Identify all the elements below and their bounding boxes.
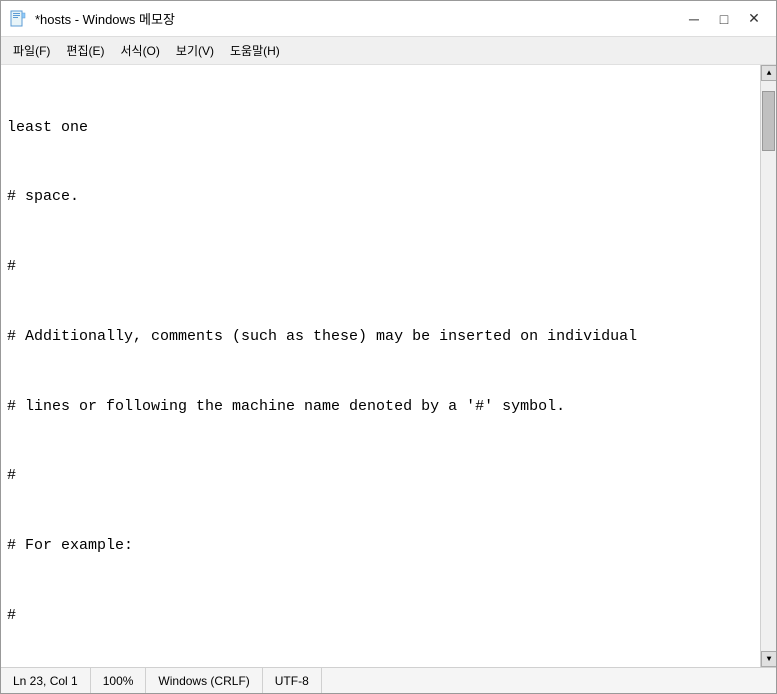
line-6: #	[7, 464, 754, 487]
scroll-up-button[interactable]: ▲	[761, 65, 776, 81]
line-4: # Additionally, comments (such as these)…	[7, 325, 754, 348]
line-3: #	[7, 255, 754, 278]
menu-edit[interactable]: 편집(E)	[58, 39, 112, 62]
menu-help[interactable]: 도움말(H)	[222, 39, 288, 62]
zoom-level: 100%	[91, 668, 147, 693]
minimize-button[interactable]: ─	[680, 7, 708, 31]
line-2: # space.	[7, 185, 754, 208]
menu-file[interactable]: 파일(F)	[5, 39, 58, 62]
scroll-track[interactable]	[761, 81, 776, 651]
vertical-scrollbar[interactable]: ▲ ▼	[760, 65, 776, 667]
content-area: least one # space. # # Additionally, com…	[1, 65, 776, 667]
title-controls: ─ □ ✕	[680, 7, 768, 31]
menu-format[interactable]: 서식(O)	[112, 39, 167, 62]
notepad-icon	[9, 10, 27, 28]
maximize-button[interactable]: □	[710, 7, 738, 31]
line-8: #	[7, 604, 754, 627]
title-bar: *hosts - Windows 메모장 ─ □ ✕	[1, 1, 776, 37]
encoding: UTF-8	[263, 668, 322, 693]
menu-bar: 파일(F) 편집(E) 서식(O) 보기(V) 도움말(H)	[1, 37, 776, 65]
text-editor[interactable]: least one # space. # # Additionally, com…	[1, 65, 760, 667]
cursor-position: Ln 23, Col 1	[1, 668, 91, 693]
menu-view[interactable]: 보기(V)	[168, 39, 222, 62]
line-5: # lines or following the machine name de…	[7, 395, 754, 418]
close-button[interactable]: ✕	[740, 7, 768, 31]
window-title: *hosts - Windows 메모장	[35, 9, 175, 28]
scroll-down-button[interactable]: ▼	[761, 651, 776, 667]
title-bar-left: *hosts - Windows 메모장	[9, 9, 175, 28]
status-bar: Ln 23, Col 1 100% Windows (CRLF) UTF-8	[1, 667, 776, 693]
scroll-thumb[interactable]	[762, 91, 775, 151]
line-7: # For example:	[7, 534, 754, 557]
line-1: least one	[7, 116, 754, 139]
line-ending: Windows (CRLF)	[146, 668, 262, 693]
notepad-window: *hosts - Windows 메모장 ─ □ ✕ 파일(F) 편집(E) 서…	[0, 0, 777, 694]
